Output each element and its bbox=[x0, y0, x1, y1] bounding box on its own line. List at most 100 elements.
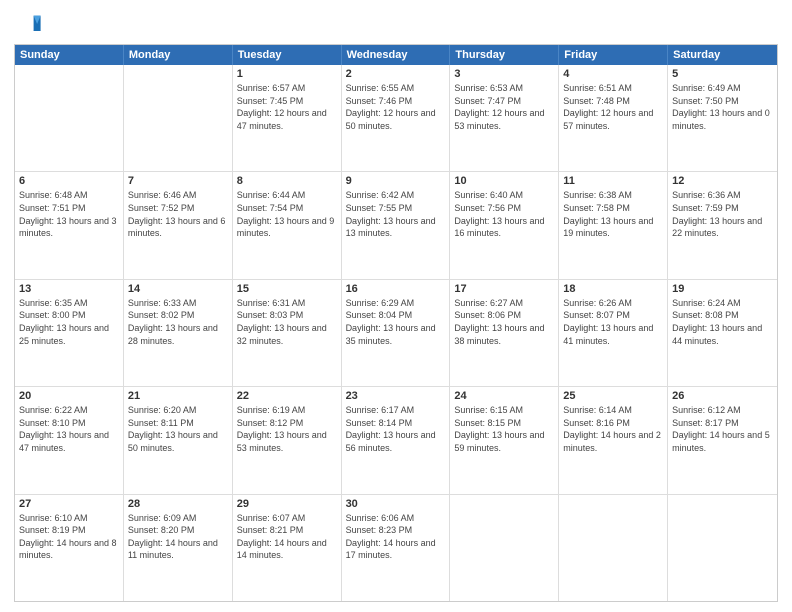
calendar-cell-day-17: 17 Sunrise: 6:27 AM Sunset: 8:06 PM Dayli… bbox=[450, 280, 559, 386]
day-info: Sunrise: 6:14 AM Sunset: 8:16 PM Dayligh… bbox=[563, 404, 663, 454]
day-number: 29 bbox=[237, 498, 337, 510]
day-number: 11 bbox=[563, 175, 663, 187]
header-day-thursday: Thursday bbox=[450, 45, 559, 65]
header-day-friday: Friday bbox=[559, 45, 668, 65]
day-info: Sunrise: 6:29 AM Sunset: 8:04 PM Dayligh… bbox=[346, 297, 446, 347]
day-info: Sunrise: 6:31 AM Sunset: 8:03 PM Dayligh… bbox=[237, 297, 337, 347]
day-number: 10 bbox=[454, 175, 554, 187]
day-info: Sunrise: 6:46 AM Sunset: 7:52 PM Dayligh… bbox=[128, 189, 228, 239]
calendar-body: 1Sunrise: 6:57 AM Sunset: 7:45 PM Daylig… bbox=[15, 65, 777, 601]
logo-icon bbox=[14, 10, 42, 38]
day-info: Sunrise: 6:51 AM Sunset: 7:48 PM Dayligh… bbox=[563, 82, 663, 132]
calendar-cell-day-16: 16 Sunrise: 6:29 AM Sunset: 8:04 PM Dayli… bbox=[342, 280, 451, 386]
day-info: Sunrise: 6:57 AM Sunset: 7:45 PM Dayligh… bbox=[237, 82, 337, 132]
logo bbox=[14, 10, 46, 38]
day-number: 5 bbox=[672, 68, 773, 80]
day-number: 28 bbox=[128, 498, 228, 510]
calendar-cell-day-21: 21 Sunrise: 6:20 AM Sunset: 8:11 PM Dayli… bbox=[124, 387, 233, 493]
calendar-cell-day-25: 25Sunrise: 6:14 AM Sunset: 8:16 PM Dayli… bbox=[559, 387, 668, 493]
day-info: Sunrise: 6:38 AM Sunset: 7:58 PM Dayligh… bbox=[563, 189, 663, 239]
calendar-cell-day-8: 8 Sunrise: 6:44 AM Sunset: 7:54 PM Daylig… bbox=[233, 172, 342, 278]
day-info: Sunrise: 6:55 AM Sunset: 7:46 PM Dayligh… bbox=[346, 82, 446, 132]
calendar-cell-day-13: 13 Sunrise: 6:35 AM Sunset: 8:00 PM Dayli… bbox=[15, 280, 124, 386]
calendar-cell-day-18: 18 Sunrise: 6:26 AM Sunset: 8:07 PM Dayli… bbox=[559, 280, 668, 386]
day-number: 17 bbox=[454, 283, 554, 295]
calendar-cell-day-1: 1Sunrise: 6:57 AM Sunset: 7:45 PM Daylig… bbox=[233, 65, 342, 171]
day-number: 20 bbox=[19, 390, 119, 402]
calendar-cell-day-5: 5 Sunrise: 6:49 AM Sunset: 7:50 PM Daylig… bbox=[668, 65, 777, 171]
calendar-cell-empty bbox=[668, 495, 777, 601]
day-number: 3 bbox=[454, 68, 554, 80]
day-info: Sunrise: 6:09 AM Sunset: 8:20 PM Dayligh… bbox=[128, 512, 228, 562]
day-number: 13 bbox=[19, 283, 119, 295]
day-number: 18 bbox=[563, 283, 663, 295]
header-day-tuesday: Tuesday bbox=[233, 45, 342, 65]
calendar-cell-day-15: 15 Sunrise: 6:31 AM Sunset: 8:03 PM Dayli… bbox=[233, 280, 342, 386]
day-number: 6 bbox=[19, 175, 119, 187]
day-info: Sunrise: 6:20 AM Sunset: 8:11 PM Dayligh… bbox=[128, 404, 228, 454]
calendar-cell-day-22: 22Sunrise: 6:19 AM Sunset: 8:12 PM Dayli… bbox=[233, 387, 342, 493]
day-info: Sunrise: 6:17 AM Sunset: 8:14 PM Dayligh… bbox=[346, 404, 446, 454]
calendar-cell-day-19: 19Sunrise: 6:24 AM Sunset: 8:08 PM Dayli… bbox=[668, 280, 777, 386]
day-info: Sunrise: 6:48 AM Sunset: 7:51 PM Dayligh… bbox=[19, 189, 119, 239]
day-info: Sunrise: 6:35 AM Sunset: 8:00 PM Dayligh… bbox=[19, 297, 119, 347]
day-number: 8 bbox=[237, 175, 337, 187]
day-number: 12 bbox=[672, 175, 773, 187]
calendar-cell-day-2: 2 Sunrise: 6:55 AM Sunset: 7:46 PM Daylig… bbox=[342, 65, 451, 171]
calendar-cell-day-4: 4 Sunrise: 6:51 AM Sunset: 7:48 PM Daylig… bbox=[559, 65, 668, 171]
header-day-saturday: Saturday bbox=[668, 45, 777, 65]
calendar-cell-day-12: 12 Sunrise: 6:36 AM Sunset: 7:59 PM Dayli… bbox=[668, 172, 777, 278]
day-info: Sunrise: 6:27 AM Sunset: 8:06 PM Dayligh… bbox=[454, 297, 554, 347]
calendar-cell-day-26: 26Sunrise: 6:12 AM Sunset: 8:17 PM Dayli… bbox=[668, 387, 777, 493]
calendar-cell-day-20: 20 Sunrise: 6:22 AM Sunset: 8:10 PM Dayli… bbox=[15, 387, 124, 493]
calendar-cell-day-27: 27Sunrise: 6:10 AM Sunset: 8:19 PM Dayli… bbox=[15, 495, 124, 601]
day-info: Sunrise: 6:22 AM Sunset: 8:10 PM Dayligh… bbox=[19, 404, 119, 454]
day-info: Sunrise: 6:19 AM Sunset: 8:12 PM Dayligh… bbox=[237, 404, 337, 454]
header-day-monday: Monday bbox=[124, 45, 233, 65]
day-info: Sunrise: 6:53 AM Sunset: 7:47 PM Dayligh… bbox=[454, 82, 554, 132]
day-number: 21 bbox=[128, 390, 228, 402]
calendar-week-1: 1Sunrise: 6:57 AM Sunset: 7:45 PM Daylig… bbox=[15, 65, 777, 172]
calendar-cell-day-9: 9 Sunrise: 6:42 AM Sunset: 7:55 PM Daylig… bbox=[342, 172, 451, 278]
day-number: 4 bbox=[563, 68, 663, 80]
day-number: 19 bbox=[672, 283, 773, 295]
day-info: Sunrise: 6:07 AM Sunset: 8:21 PM Dayligh… bbox=[237, 512, 337, 562]
day-number: 23 bbox=[346, 390, 446, 402]
day-info: Sunrise: 6:15 AM Sunset: 8:15 PM Dayligh… bbox=[454, 404, 554, 454]
day-info: Sunrise: 6:40 AM Sunset: 7:56 PM Dayligh… bbox=[454, 189, 554, 239]
calendar-cell-day-6: 6 Sunrise: 6:48 AM Sunset: 7:51 PM Daylig… bbox=[15, 172, 124, 278]
calendar-cell-empty bbox=[124, 65, 233, 171]
day-info: Sunrise: 6:44 AM Sunset: 7:54 PM Dayligh… bbox=[237, 189, 337, 239]
calendar-cell-empty bbox=[559, 495, 668, 601]
calendar-week-3: 13 Sunrise: 6:35 AM Sunset: 8:00 PM Dayli… bbox=[15, 280, 777, 387]
header bbox=[14, 10, 778, 38]
day-number: 14 bbox=[128, 283, 228, 295]
calendar-cell-day-23: 23 Sunrise: 6:17 AM Sunset: 8:14 PM Dayli… bbox=[342, 387, 451, 493]
day-info: Sunrise: 6:33 AM Sunset: 8:02 PM Dayligh… bbox=[128, 297, 228, 347]
calendar-cell-day-10: 10 Sunrise: 6:40 AM Sunset: 7:56 PM Dayli… bbox=[450, 172, 559, 278]
day-info: Sunrise: 6:26 AM Sunset: 8:07 PM Dayligh… bbox=[563, 297, 663, 347]
day-number: 27 bbox=[19, 498, 119, 510]
calendar-cell-day-3: 3 Sunrise: 6:53 AM Sunset: 7:47 PM Daylig… bbox=[450, 65, 559, 171]
day-number: 30 bbox=[346, 498, 446, 510]
day-number: 7 bbox=[128, 175, 228, 187]
calendar-cell-day-14: 14 Sunrise: 6:33 AM Sunset: 8:02 PM Dayli… bbox=[124, 280, 233, 386]
calendar-cell-day-30: 30Sunrise: 6:06 AM Sunset: 8:23 PM Dayli… bbox=[342, 495, 451, 601]
day-number: 2 bbox=[346, 68, 446, 80]
calendar-cell-empty bbox=[15, 65, 124, 171]
day-info: Sunrise: 6:36 AM Sunset: 7:59 PM Dayligh… bbox=[672, 189, 773, 239]
day-number: 24 bbox=[454, 390, 554, 402]
calendar-week-5: 27Sunrise: 6:10 AM Sunset: 8:19 PM Dayli… bbox=[15, 495, 777, 601]
header-day-wednesday: Wednesday bbox=[342, 45, 451, 65]
calendar-cell-empty bbox=[450, 495, 559, 601]
day-number: 9 bbox=[346, 175, 446, 187]
day-number: 16 bbox=[346, 283, 446, 295]
day-info: Sunrise: 6:49 AM Sunset: 7:50 PM Dayligh… bbox=[672, 82, 773, 132]
day-number: 15 bbox=[237, 283, 337, 295]
calendar-header-row: SundayMondayTuesdayWednesdayThursdayFrid… bbox=[15, 45, 777, 65]
calendar-cell-day-29: 29 Sunrise: 6:07 AM Sunset: 8:21 PM Dayli… bbox=[233, 495, 342, 601]
day-info: Sunrise: 6:42 AM Sunset: 7:55 PM Dayligh… bbox=[346, 189, 446, 239]
calendar-week-4: 20 Sunrise: 6:22 AM Sunset: 8:10 PM Dayli… bbox=[15, 387, 777, 494]
calendar-cell-day-28: 28 Sunrise: 6:09 AM Sunset: 8:20 PM Dayli… bbox=[124, 495, 233, 601]
header-day-sunday: Sunday bbox=[15, 45, 124, 65]
